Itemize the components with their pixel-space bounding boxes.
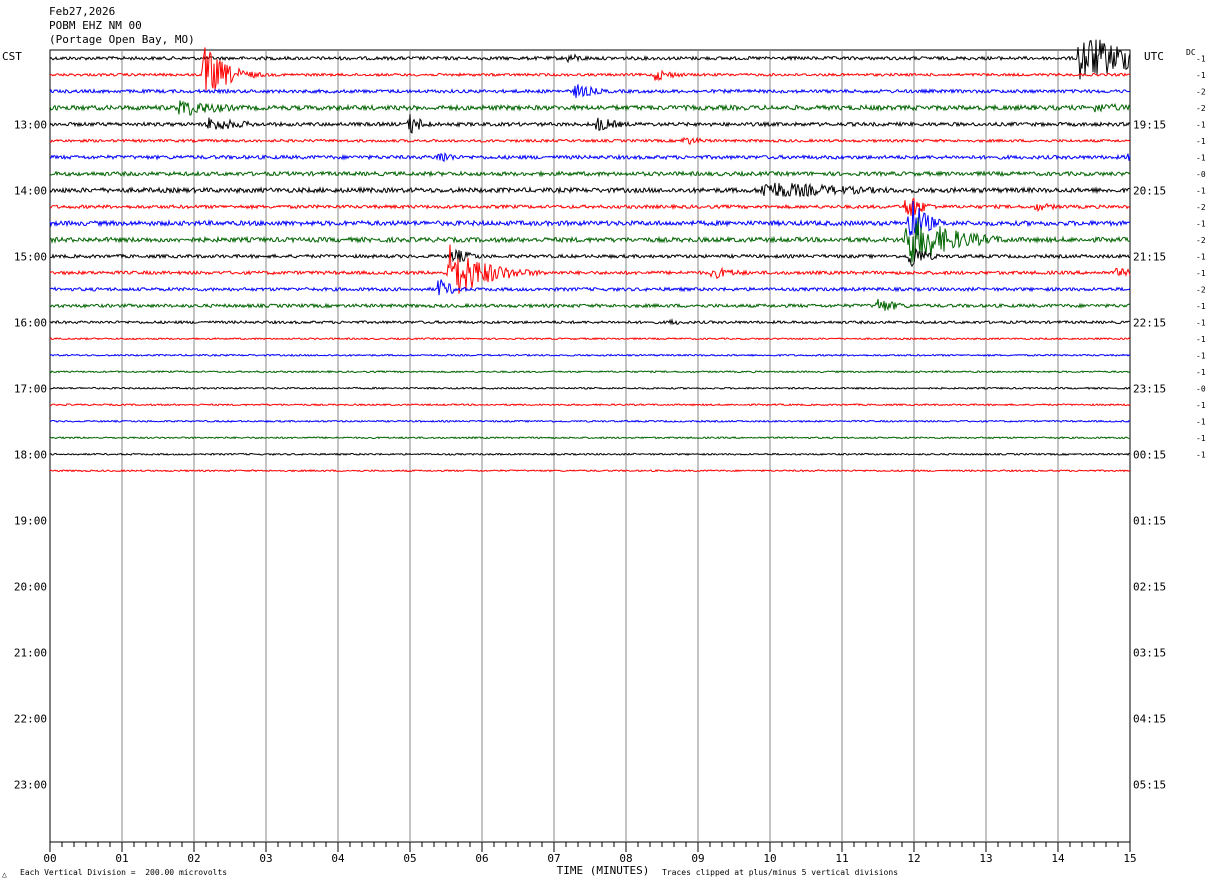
plot-frame [49,49,1131,843]
x-tick-label: 13 [979,852,992,865]
helicorder-plot: 00 01 02 03 04 05 06 07 08 09 10 11 12 13 14 15TIME (MI… [14,39,1206,877]
left-hour-label: 16:00 [14,316,47,329]
left-hour-label: 14:00 [14,184,47,197]
dc-offset-value: -1 [1196,186,1206,195]
dc-offset-value: -2 [1196,285,1206,294]
right-hour-label: 05:15 [1133,778,1166,791]
x-tick-label: 05 [403,852,416,865]
seismic-trace-line [49,369,1131,374]
dc-offset-value: -1 [1196,120,1206,129]
footer-mark-icon: △ [2,870,7,879]
seismic-trace-line [49,113,1131,134]
left-hour-label: 17:00 [14,382,47,395]
seismic-trace-line [49,152,1131,163]
seismic-trace-line [49,247,1131,268]
left-hour-label: 20:00 [14,580,47,593]
seismic-trace-line [49,299,1131,312]
x-tick-label: 15 [1123,852,1136,865]
dc-offset-value: -2 [1196,104,1206,113]
right-hour-label: 20:15 [1133,184,1166,197]
right-hour-label: 01:15 [1133,514,1166,527]
right-hour-label: 19:15 [1133,118,1166,131]
seismic-trace-line [49,386,1131,391]
dc-offset-value: -1 [1196,153,1206,162]
dc-offset-value: -1 [1196,269,1206,278]
dc-offset-value: -1 [1196,450,1206,459]
dc-offset-value: -1 [1196,219,1206,228]
right-hour-label: 23:15 [1133,382,1166,395]
seismic-trace-line [49,403,1131,407]
seismic-trace-line [49,452,1131,456]
x-tick-label: 10 [763,852,776,865]
seismic-trace-line [49,419,1131,424]
dc-offset-value: -1 [1196,368,1206,377]
right-hour-label: 04:15 [1133,712,1166,725]
x-tick-label: 04 [331,852,345,865]
seismic-trace-line [49,469,1131,473]
dc-offset-value: -2 [1196,236,1206,245]
right-hour-label: 00:15 [1133,448,1166,461]
x-tick-label: 06 [475,852,488,865]
dc-offset-value: -2 [1196,203,1206,212]
dc-offset-value: -1 [1196,54,1206,63]
seismic-trace-line [49,436,1131,440]
dc-offset-value: -1 [1196,434,1206,443]
x-tick-label: 03 [259,852,272,865]
left-hour-label: 23:00 [14,778,47,791]
x-tick-label: 00 [43,852,56,865]
seismic-trace-line [49,100,1131,116]
x-tick-label: 01 [115,852,128,865]
right-hour-label: 02:15 [1133,580,1166,593]
seismic-trace-line [49,244,1131,294]
x-tick-label: 11 [835,852,848,865]
dc-offset-value: -1 [1196,302,1206,311]
dc-offset-value: -0 [1196,384,1206,393]
x-tick-label: 14 [1051,852,1065,865]
seismic-trace-line [49,279,1131,296]
dc-offset-value: -1 [1196,417,1206,426]
x-tick-label: 12 [907,852,920,865]
left-hour-label: 13:00 [14,118,47,131]
left-hour-label: 19:00 [14,514,47,527]
right-hour-label: 21:15 [1133,250,1166,263]
seismic-trace-line [49,318,1131,326]
x-tick-label: 09 [691,852,704,865]
seismic-trace-line [49,47,1131,91]
dc-offset-value: -1 [1196,71,1206,80]
footer-clip-note: Traces clipped at plus/minus 5 vertical … [662,868,899,877]
seismic-trace-line [49,198,1131,216]
right-hour-label: 03:15 [1133,646,1166,659]
dc-offset-value: -1 [1196,335,1206,344]
seismic-trace-line [49,136,1131,145]
left-hour-label: 18:00 [14,448,47,461]
seismic-trace-line [49,84,1131,99]
dc-offset-value: -1 [1196,351,1206,360]
dc-offset-value: -0 [1196,170,1206,179]
seismic-trace-line [49,182,1130,197]
seismic-trace-line [49,353,1131,358]
dc-offset-value: -1 [1196,137,1206,146]
dc-offset-value: -1 [1196,252,1206,261]
x-tick-label: 02 [187,852,200,865]
x-axis-label: TIME (MINUTES) [557,864,650,877]
seismic-trace-line [49,169,1131,178]
left-hour-label: 15:00 [14,250,47,263]
dc-offset-value: -2 [1196,87,1206,96]
dc-offset-value: -1 [1196,401,1206,410]
left-hour-label: 21:00 [14,646,47,659]
dc-offset-value: -1 [1196,318,1206,327]
left-hour-label: 22:00 [14,712,47,725]
footer-scale-note: Each Vertical Division = 200.00 microvol… [20,868,228,877]
right-hour-label: 22:15 [1133,316,1166,329]
seismic-trace-line [49,337,1131,341]
